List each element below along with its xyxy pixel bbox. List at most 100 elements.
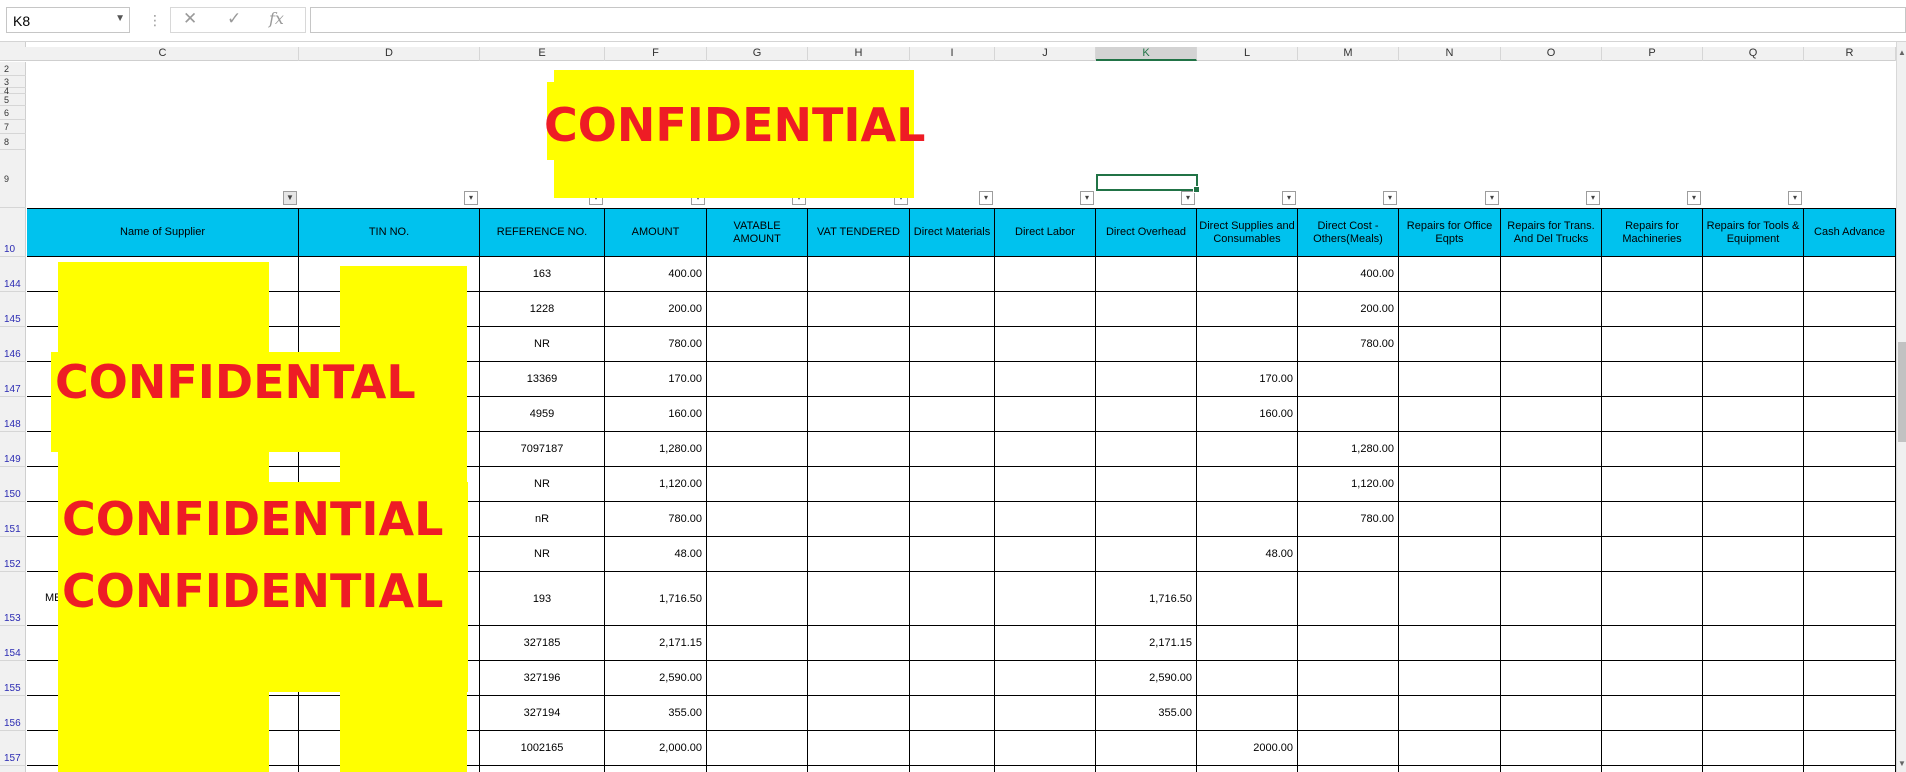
cell-g[interactable] — [707, 292, 808, 326]
cell-n[interactable] — [1399, 766, 1501, 772]
cell-k[interactable] — [1096, 397, 1197, 431]
column-header-r[interactable]: R — [1804, 47, 1896, 61]
cell-o[interactable] — [1501, 537, 1602, 571]
column-header-e[interactable]: E — [480, 47, 605, 61]
row-header-9[interactable]: 9 — [0, 150, 26, 208]
row-header-2[interactable]: 2 — [0, 62, 26, 76]
cell-p[interactable] — [1602, 397, 1703, 431]
cell-h[interactable] — [808, 257, 910, 291]
cell-j[interactable] — [995, 766, 1096, 772]
cell-g[interactable] — [707, 537, 808, 571]
cell-j[interactable] — [995, 572, 1096, 625]
cell-j[interactable] — [995, 397, 1096, 431]
cell-n[interactable] — [1399, 731, 1501, 765]
cell-q[interactable] — [1703, 537, 1804, 571]
row-header-150[interactable]: 150 — [0, 467, 26, 502]
cell-r[interactable] — [1804, 537, 1896, 571]
cell-h[interactable] — [808, 766, 910, 772]
column-header-o[interactable]: O — [1501, 47, 1602, 61]
active-cell-k8[interactable] — [1096, 174, 1200, 193]
cell-r[interactable] — [1804, 467, 1896, 501]
cell-k[interactable] — [1096, 731, 1197, 765]
cell-p[interactable] — [1602, 537, 1703, 571]
cell-p[interactable] — [1602, 467, 1703, 501]
cell-n[interactable] — [1399, 696, 1501, 730]
cell-e[interactable]: nR — [480, 502, 605, 536]
cell-h[interactable] — [808, 397, 910, 431]
cell-k[interactable] — [1096, 467, 1197, 501]
cell-e[interactable]: 7097187 — [480, 432, 605, 466]
cell-o[interactable] — [1501, 467, 1602, 501]
row-header-146[interactable]: 146 — [0, 327, 26, 362]
cell-o[interactable] — [1501, 766, 1602, 772]
cell-i[interactable] — [910, 467, 995, 501]
cell-q[interactable] — [1703, 696, 1804, 730]
cell-k[interactable] — [1096, 362, 1197, 396]
chevron-down-icon[interactable]: ▼ — [115, 13, 125, 24]
more-options-icon[interactable]: ⋮ — [148, 12, 162, 29]
cell-f[interactable]: 1,280.00 — [605, 432, 707, 466]
row-header-148[interactable]: 148 — [0, 397, 26, 432]
cell-l[interactable] — [1197, 327, 1298, 361]
cell-g[interactable] — [707, 572, 808, 625]
cell-e[interactable]: 1002165 — [480, 731, 605, 765]
cell-f[interactable]: 2,000.00 — [605, 731, 707, 765]
filter-dropdown-icon[interactable]: ▾ — [1586, 191, 1600, 205]
cell-p[interactable] — [1602, 696, 1703, 730]
scroll-down-icon[interactable]: ▼ — [1897, 759, 1906, 768]
row-header-151[interactable]: 151 — [0, 502, 26, 537]
cell-g[interactable] — [707, 696, 808, 730]
cell-j[interactable] — [995, 362, 1096, 396]
cell-f[interactable]: 780.00 — [605, 502, 707, 536]
row-header-145[interactable]: 145 — [0, 292, 26, 327]
cell-m[interactable] — [1298, 661, 1399, 695]
cell-i[interactable] — [910, 537, 995, 571]
cell-n[interactable] — [1399, 432, 1501, 466]
formula-input[interactable] — [310, 7, 1906, 33]
cell-j[interactable] — [995, 661, 1096, 695]
scroll-thumb[interactable] — [1898, 342, 1906, 442]
cell-j[interactable] — [995, 432, 1096, 466]
cell-p[interactable] — [1602, 502, 1703, 536]
cell-q[interactable] — [1703, 766, 1804, 772]
cell-f[interactable]: 631.50 — [605, 766, 707, 772]
cell-k[interactable] — [1096, 537, 1197, 571]
cell-q[interactable] — [1703, 362, 1804, 396]
cell-o[interactable] — [1501, 292, 1602, 326]
cell-e[interactable]: 163 — [480, 257, 605, 291]
cell-f[interactable]: 48.00 — [605, 537, 707, 571]
cell-l[interactable] — [1197, 292, 1298, 326]
cell-e[interactable]: NR — [480, 327, 605, 361]
cell-r[interactable] — [1804, 292, 1896, 326]
cell-o[interactable] — [1501, 696, 1602, 730]
cell-o[interactable] — [1501, 257, 1602, 291]
filter-dropdown-icon[interactable]: ▾ — [1485, 191, 1499, 205]
cell-q[interactable] — [1703, 502, 1804, 536]
cell-q[interactable] — [1703, 257, 1804, 291]
name-box[interactable]: K8 ▼ — [6, 7, 130, 33]
cell-g[interactable] — [707, 502, 808, 536]
cell-q[interactable] — [1703, 327, 1804, 361]
cell-k[interactable] — [1096, 502, 1197, 536]
cell-n[interactable] — [1399, 661, 1501, 695]
cell-l[interactable]: 160.00 — [1197, 397, 1298, 431]
cell-f[interactable]: 400.00 — [605, 257, 707, 291]
filter-dropdown-icon[interactable]: ▾ — [1181, 191, 1195, 205]
cell-i[interactable] — [910, 731, 995, 765]
cell-h[interactable] — [808, 467, 910, 501]
insert-function-icon[interactable]: fx — [269, 9, 284, 28]
row-header-157[interactable]: 157 — [0, 731, 26, 766]
cell-r[interactable] — [1804, 661, 1896, 695]
column-header-h[interactable]: H — [808, 47, 910, 61]
cell-m[interactable] — [1298, 766, 1399, 772]
cell-n[interactable] — [1399, 292, 1501, 326]
cell-r[interactable] — [1804, 572, 1896, 625]
cell-n[interactable] — [1399, 467, 1501, 501]
cell-j[interactable] — [995, 537, 1096, 571]
row-header-155[interactable]: 155 — [0, 661, 26, 696]
cell-j[interactable] — [995, 502, 1096, 536]
cell-f[interactable]: 780.00 — [605, 327, 707, 361]
column-header-m[interactable]: M — [1298, 47, 1399, 61]
cell-i[interactable] — [910, 626, 995, 660]
filter-dropdown-icon[interactable]: ▾ — [1080, 191, 1094, 205]
